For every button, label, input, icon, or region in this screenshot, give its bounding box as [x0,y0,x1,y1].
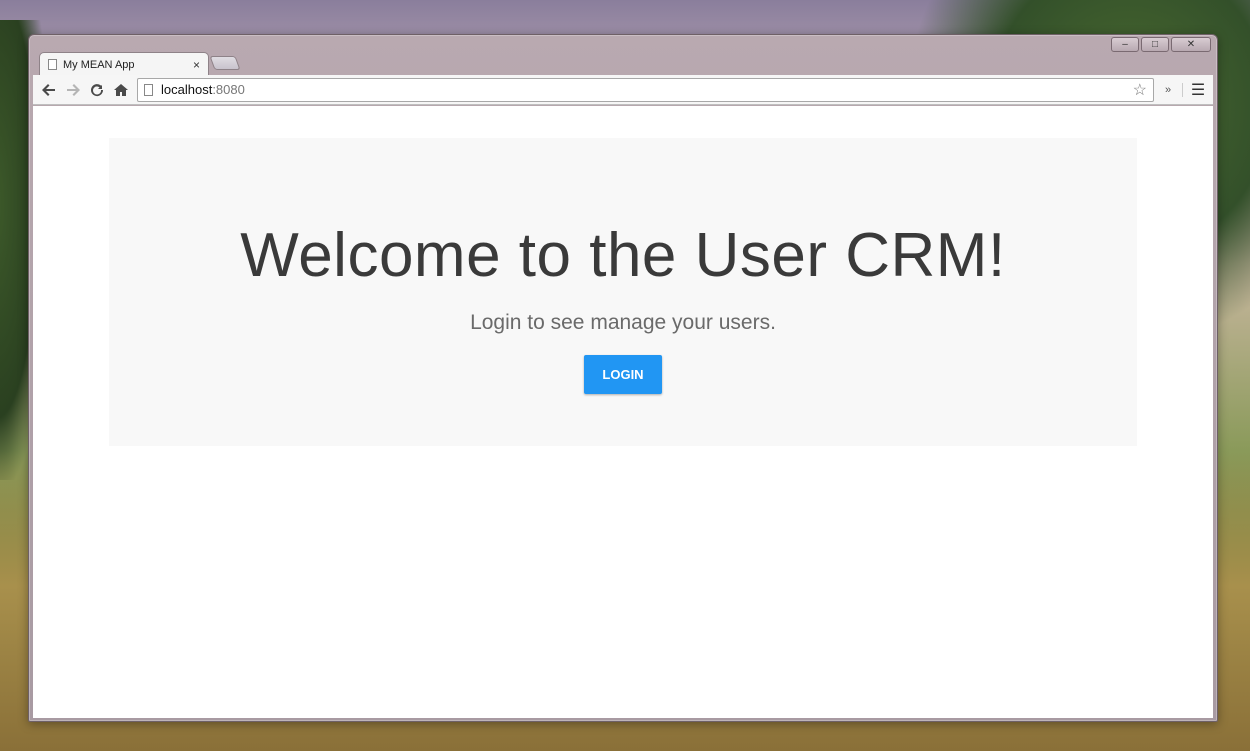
browser-toolbar: localhost:8080 ☆ » ☰ [33,75,1213,105]
hamburger-menu-icon[interactable]: ☰ [1187,80,1209,100]
url-host: localhost [161,82,213,97]
page-icon [144,83,153,96]
welcome-jumbotron: Welcome to the User CRM! Login to see ma… [109,138,1137,446]
address-bar[interactable]: localhost:8080 ☆ [137,77,1154,102]
browser-tab[interactable]: My MEAN App × [39,52,209,76]
maximize-button[interactable]: □ [1141,37,1169,52]
back-arrow-icon[interactable] [37,78,61,102]
new-tab-button[interactable] [209,56,241,70]
toolbar-separator [1182,82,1183,97]
tab-close-icon[interactable]: × [189,58,200,72]
login-button[interactable]: LOGIN [584,355,662,394]
url-port: :8080 [212,82,245,97]
bookmark-star-icon[interactable]: ☆ [1133,80,1147,100]
browser-window: – □ ✕ My MEAN App × localhost:8080 ☆ » ☰ [28,34,1218,722]
extensions-chevron-icon[interactable]: » [1158,84,1178,96]
home-icon[interactable] [109,78,133,102]
page-subtitle: Login to see manage your users. [470,311,776,334]
window-controls: – □ ✕ [1111,37,1211,53]
reload-icon[interactable] [85,78,109,102]
page-viewport: Welcome to the User CRM! Login to see ma… [33,106,1213,718]
close-window-button[interactable]: ✕ [1171,37,1211,52]
forward-arrow-icon[interactable] [61,78,85,102]
page-title: Welcome to the User CRM! [240,221,1006,290]
tab-title: My MEAN App [63,58,135,71]
page-icon [48,59,57,70]
minimize-button[interactable]: – [1111,37,1139,52]
